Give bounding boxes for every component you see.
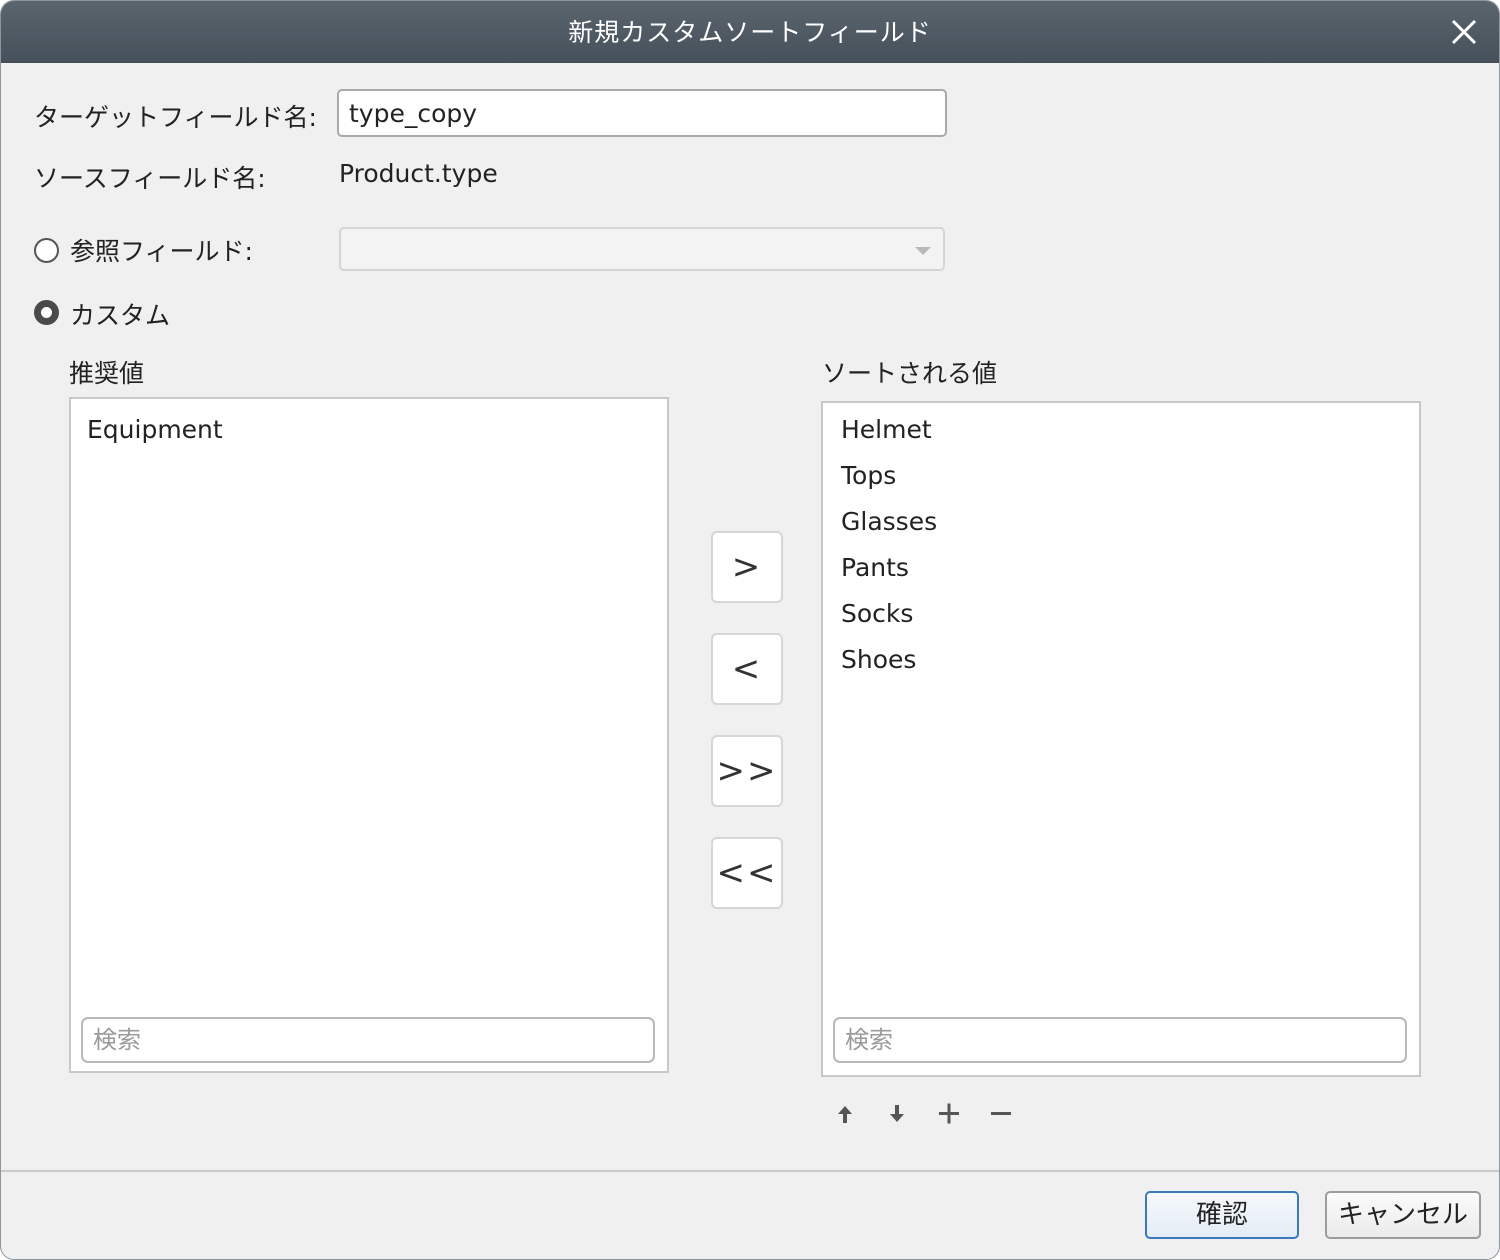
move-down-button[interactable]	[884, 1101, 910, 1127]
dialog-title: 新規カスタムソートフィールド	[568, 18, 932, 47]
move-all-right-button[interactable]: >>	[711, 735, 783, 807]
sorted-search-input[interactable]	[833, 1017, 1407, 1063]
list-item[interactable]: Shoes	[841, 645, 916, 674]
move-all-left-button[interactable]: <<	[711, 837, 783, 909]
arrow-down-icon	[890, 1105, 904, 1122]
suggested-values-list[interactable]: Equipment	[69, 397, 669, 1073]
sorted-values-list[interactable]: Helmet Tops Glasses Pants Socks Shoes	[821, 401, 1421, 1077]
move-right-button[interactable]: >	[711, 531, 783, 603]
close-button[interactable]	[1447, 15, 1481, 49]
minus-icon	[991, 1112, 1011, 1115]
move-up-button[interactable]	[832, 1101, 858, 1127]
source-field-label: ソースフィールド名:	[34, 164, 266, 193]
move-left-button[interactable]: <	[711, 633, 783, 705]
title-bar: 新規カスタムソートフィールド	[1, 1, 1499, 63]
list-item[interactable]: Glasses	[841, 507, 937, 536]
plus-icon	[939, 1103, 959, 1124]
reference-field-label: 参照フィールド:	[70, 237, 253, 266]
reference-field-select[interactable]	[339, 227, 945, 271]
remove-value-button[interactable]	[988, 1101, 1014, 1127]
add-value-button[interactable]	[936, 1101, 962, 1127]
close-icon	[1451, 19, 1477, 45]
target-field-label: ターゲットフィールド名:	[34, 103, 317, 132]
custom-sort-field-dialog: 新規カスタムソートフィールド ターゲットフィールド名: ソースフィールド名: P…	[0, 0, 1500, 1260]
list-item[interactable]: Equipment	[87, 415, 223, 444]
cancel-button[interactable]: キャンセル	[1325, 1191, 1481, 1239]
list-item[interactable]: Helmet	[841, 415, 932, 444]
list-item[interactable]: Socks	[841, 599, 913, 628]
reference-field-radio[interactable]	[34, 238, 59, 263]
suggested-values-heading: 推奨値	[69, 359, 145, 388]
suggested-search-input[interactable]	[81, 1017, 655, 1063]
custom-radio[interactable]	[34, 300, 59, 325]
chevron-down-icon	[915, 247, 931, 255]
list-item[interactable]: Pants	[841, 553, 909, 582]
list-item[interactable]: Tops	[841, 461, 896, 490]
footer-divider	[1, 1170, 1499, 1172]
source-field-value: Product.type	[339, 159, 498, 188]
target-field-input[interactable]	[337, 89, 947, 137]
arrow-up-icon	[838, 1106, 852, 1123]
custom-label: カスタム	[70, 301, 171, 330]
confirm-button[interactable]: 確認	[1145, 1191, 1299, 1239]
sorted-values-heading: ソートされる値	[822, 359, 998, 388]
